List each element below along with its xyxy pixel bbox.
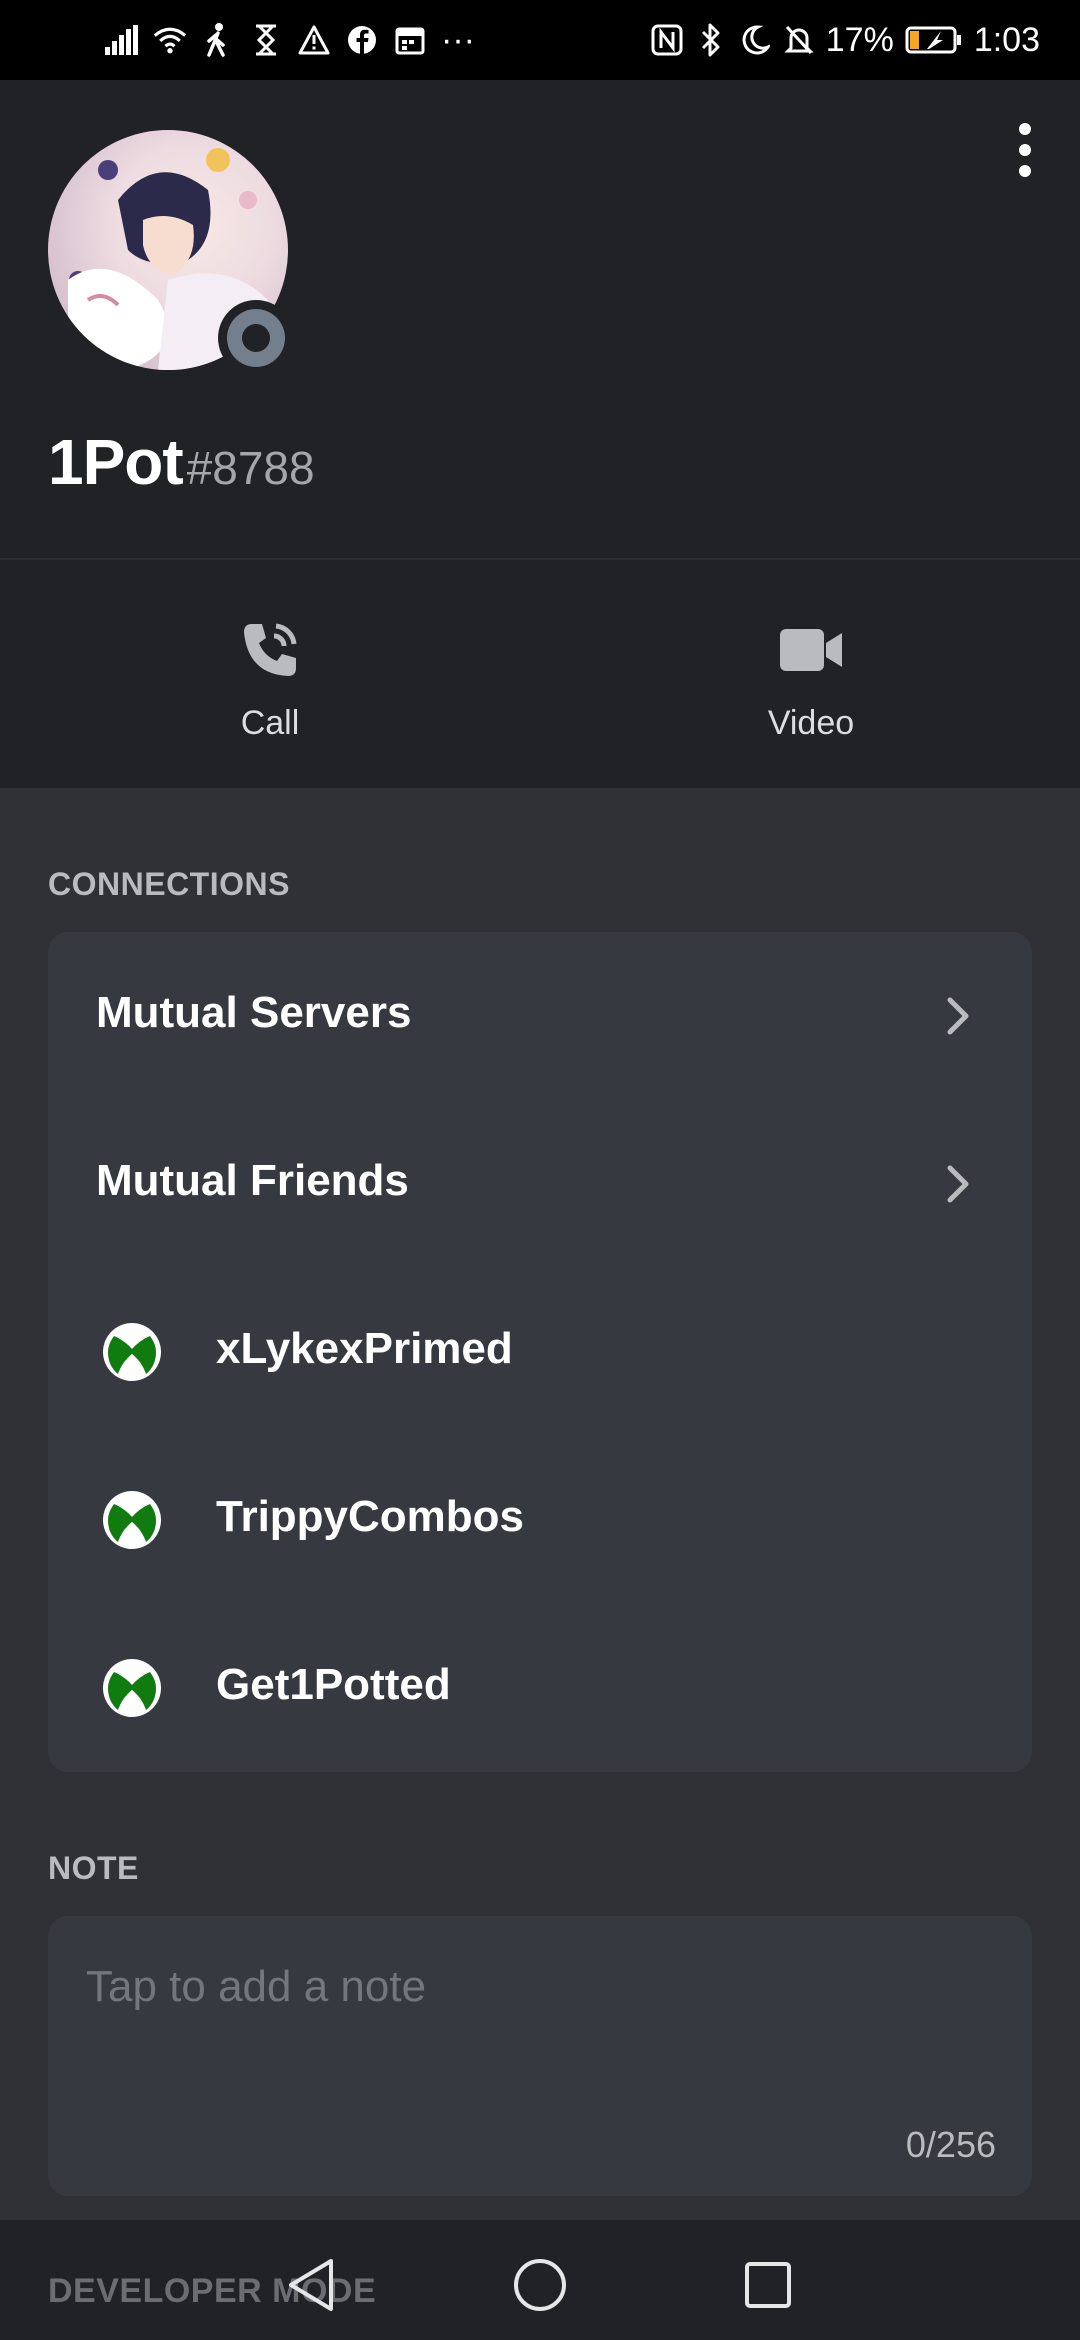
recent-square-icon (745, 2262, 791, 2308)
avatar-container[interactable] (48, 130, 294, 376)
status-right-icons: 17% 1:03 (650, 18, 1040, 62)
xbox-icon (103, 1323, 161, 1381)
clock: 1:03 (973, 21, 1040, 59)
status-inner-dot (242, 324, 270, 352)
status-left-icons: ··· (105, 18, 475, 62)
xbox-icon (103, 1491, 161, 1549)
video-button[interactable]: Video (711, 610, 911, 743)
note-title: NOTE (48, 1850, 139, 1886)
phone-call-icon (170, 610, 370, 690)
username: 1Pot (48, 426, 184, 498)
connected-account-row[interactable]: TrippyCombos (48, 1436, 1032, 1604)
home-button[interactable] (505, 2250, 575, 2320)
username-row: 1Pot #8788 (48, 425, 315, 499)
mutual-servers-row[interactable]: Mutual Servers (48, 932, 1032, 1100)
account-name: TrippyCombos (216, 1492, 525, 1541)
profile-header: 1Pot #8788 (0, 80, 1080, 558)
dot-icon (1019, 123, 1031, 135)
discriminator: #8788 (186, 442, 315, 494)
connected-account-row[interactable]: Get1Potted (48, 1604, 1032, 1772)
navigation-bar: DEVELOPER MODE (0, 2220, 1080, 2340)
back-triangle-icon (289, 2259, 333, 2311)
battery-percent: 17% (825, 21, 894, 59)
dot-icon (1019, 165, 1031, 177)
signal-icon (105, 20, 139, 60)
chevron-right-icon (947, 997, 969, 1035)
call-label: Call (240, 704, 300, 742)
video-camera-icon (711, 610, 911, 690)
walking-icon (201, 20, 235, 60)
xbox-icon (103, 1659, 161, 1717)
status-outer-ring (227, 309, 285, 367)
account-name: xLykexPrimed (216, 1324, 513, 1373)
connections-title: CONNECTIONS (48, 866, 290, 902)
status-overflow: ··· (441, 21, 475, 59)
action-row: Call Video (0, 560, 1080, 788)
facebook-icon (345, 20, 379, 60)
mutual-friends-row[interactable]: Mutual Friends (48, 1100, 1032, 1268)
moon-icon (738, 20, 772, 60)
chevron-right-icon (947, 1165, 969, 1203)
account-name: Get1Potted (216, 1660, 451, 1709)
video-label: Video (767, 704, 855, 742)
more-options-button[interactable] (1000, 110, 1050, 190)
offline-status-indicator (218, 300, 294, 376)
status-bar: ··· 17% 1:03 (0, 0, 1080, 80)
bluetooth-icon (694, 20, 728, 60)
mutual-friends-label: Mutual Friends (96, 1156, 409, 1205)
calendar-icon (393, 20, 427, 60)
battery-icon (904, 20, 964, 60)
back-button[interactable] (276, 2250, 346, 2320)
connections-card: Mutual Servers Mutual Friends xLykexPrim… (48, 932, 1032, 1772)
connected-account-row[interactable]: xLykexPrimed (48, 1268, 1032, 1436)
hourglass-icon (249, 20, 283, 60)
dot-icon (1019, 144, 1031, 156)
note-card: 0/256 (48, 1916, 1032, 2196)
wifi-icon (153, 20, 187, 60)
warning-icon (297, 20, 331, 60)
call-button[interactable]: Call (170, 610, 370, 743)
recent-apps-button[interactable] (733, 2250, 803, 2320)
home-circle-icon (514, 2259, 566, 2311)
note-character-counter: 0/256 (905, 2124, 996, 2165)
mutual-servers-label: Mutual Servers (96, 988, 412, 1037)
nfc-icon (650, 20, 684, 60)
note-input[interactable] (84, 1946, 988, 2028)
bell-off-icon (782, 20, 816, 60)
